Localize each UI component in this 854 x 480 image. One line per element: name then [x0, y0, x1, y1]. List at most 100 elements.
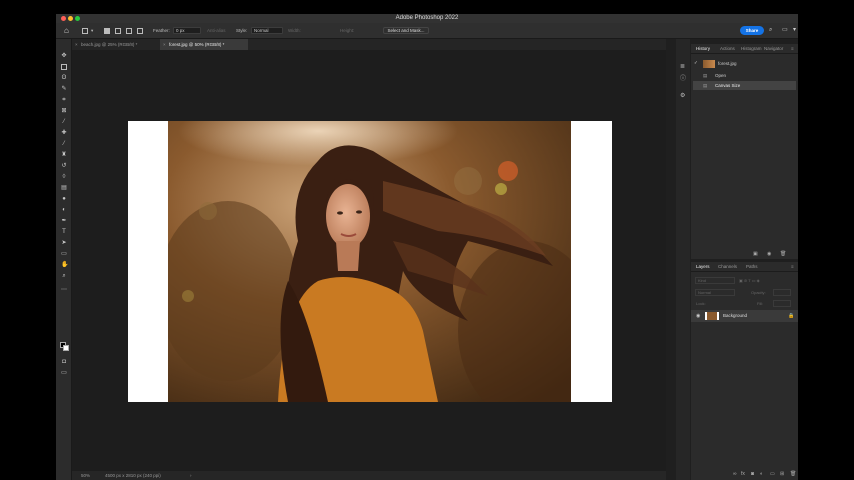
tab-history[interactable]: History — [696, 46, 710, 52]
visibility-eye-icon[interactable]: ◉ — [696, 310, 700, 322]
document-tab-bar: × beach.jpg @ 25% (RGB/8) * × forest.jpg… — [72, 39, 666, 50]
new-selection-icon[interactable] — [104, 28, 110, 34]
trash-icon[interactable]: 🗑 — [790, 471, 796, 477]
select-and-mask-button[interactable]: Select and Mask... — [383, 27, 429, 34]
rectangle-tool-icon[interactable]: ▭ — [61, 251, 67, 257]
eyedropper-tool-icon[interactable]: ⁄ — [61, 119, 67, 125]
tab-beach[interactable]: × beach.jpg @ 25% (RGB/8) * — [72, 39, 158, 50]
search-icon[interactable]: ⌕ — [769, 27, 772, 34]
history-snapshot[interactable]: ✓ forest.jpg — [693, 58, 796, 70]
move-tool-icon[interactable]: ✥ — [61, 53, 67, 59]
tab-label: forest.jpg @ 50% (RGB/8) * — [169, 42, 225, 47]
quick-selection-tool-icon[interactable]: ✎ — [61, 86, 67, 92]
gradient-tool-icon[interactable]: ▤ — [61, 185, 67, 191]
new-layer-icon[interactable]: ⊞ — [780, 471, 784, 477]
tab-navigator[interactable]: Navigator — [764, 46, 783, 52]
new-document-from-state-icon[interactable]: ▣ — [753, 251, 758, 257]
zoom-level[interactable]: 50% — [81, 471, 90, 480]
info-panel-icon[interactable]: ⓘ — [680, 76, 686, 82]
photoshop-window: Adobe Photoshop 2022 ⌂ ▾ Feather: 0 px A… — [56, 14, 798, 480]
tab-paths[interactable]: Paths — [746, 264, 758, 270]
workspace-icon[interactable]: ▭ — [782, 27, 788, 34]
frame-tool-icon[interactable]: ⊠ — [61, 108, 67, 114]
filter-icons[interactable]: ▣ ⊘ T ▭ ◈ — [739, 278, 760, 283]
dodge-tool-icon[interactable]: ◐ — [61, 207, 67, 213]
title-bar: Adobe Photoshop 2022 — [56, 14, 798, 23]
brush-tool-icon[interactable]: ⁄ — [61, 141, 67, 147]
panel-menu-icon[interactable]: ≡ — [791, 264, 794, 270]
antialias-checkbox[interactable]: Anti-alias — [207, 28, 226, 34]
hand-tool-icon[interactable]: ✋ — [61, 262, 68, 268]
history-footer: ▣ ◉ 🗑 — [753, 251, 798, 257]
intersect-selection-icon[interactable] — [137, 28, 143, 34]
rectangular-marquee-tool-icon[interactable] — [61, 64, 67, 70]
camera-snapshot-icon[interactable]: ◉ — [767, 251, 771, 257]
history-state-icon: ▤ — [703, 73, 708, 78]
properties-panel-icon[interactable]: ⚙ — [680, 93, 686, 99]
history-state-canvas-size[interactable]: ▤ Canvas Size — [693, 81, 796, 90]
adjustment-layer-icon[interactable]: ◐ — [760, 471, 763, 477]
history-panel: History Actions Histogram Navigator ≡ ✓ … — [691, 44, 798, 259]
canvas-workspace[interactable] — [72, 50, 666, 471]
path-selection-tool-icon[interactable]: ➤ — [61, 240, 67, 246]
document-canvas[interactable] — [128, 121, 612, 402]
new-group-icon[interactable]: ▭ — [770, 471, 775, 477]
history-panel-icon[interactable]: ≣ — [680, 64, 686, 70]
trash-icon[interactable]: 🗑 — [780, 251, 786, 257]
opacity-input[interactable] — [773, 289, 791, 296]
healing-brush-tool-icon[interactable]: ✚ — [61, 130, 67, 136]
style-label: Style: — [236, 28, 248, 33]
options-bar: ⌂ ▾ Feather: 0 px Anti-alias Style: Norm… — [56, 23, 798, 39]
tab-layers[interactable]: Layers — [696, 264, 710, 270]
close-icon[interactable]: × — [163, 39, 166, 50]
lock-icon[interactable]: 🔒 — [788, 310, 794, 322]
history-state-label: Open — [715, 73, 727, 78]
feather-input[interactable]: 0 px — [173, 27, 201, 34]
status-bar: 50% 4500 px x 2810 px (240 ppi) › — [72, 471, 666, 480]
chevron-down-icon[interactable]: ▾ — [91, 28, 93, 34]
marquee-preset-icon[interactable] — [82, 28, 88, 34]
layer-style-icon[interactable]: fx — [741, 471, 745, 477]
link-layers-icon[interactable]: ∞ — [733, 471, 737, 477]
subtract-selection-icon[interactable] — [126, 28, 132, 34]
style-select[interactable]: Normal — [251, 27, 283, 34]
add-selection-icon[interactable] — [115, 28, 121, 34]
fill-input[interactable] — [773, 300, 791, 307]
home-icon[interactable]: ⌂ — [64, 27, 69, 35]
blend-mode-select[interactable]: Normal — [695, 289, 735, 296]
type-tool-icon[interactable]: T — [61, 229, 67, 235]
crop-tool-icon[interactable]: ⌗ — [61, 97, 67, 103]
history-brush-tool-icon[interactable]: ↺ — [61, 163, 67, 169]
clone-stamp-tool-icon[interactable]: ♜ — [61, 152, 67, 158]
screen-mode-icon[interactable]: ▭ — [61, 370, 67, 376]
blur-tool-icon[interactable]: ● — [61, 196, 67, 202]
zoom-tool-icon[interactable]: ⌕ — [61, 273, 67, 279]
panel-menu-icon[interactable]: ≡ — [791, 46, 794, 52]
tab-channels[interactable]: Channels — [718, 264, 737, 270]
status-menu-arrow[interactable]: › — [190, 471, 192, 480]
lasso-tool-icon[interactable]: ʘ — [61, 75, 67, 81]
layer-background[interactable]: ◉ Background 🔒 — [691, 310, 798, 322]
layers-panel-tabs: Layers Channels Paths ≡ — [691, 262, 798, 272]
more-tools-icon[interactable]: ⋯ — [61, 287, 67, 293]
close-icon[interactable]: × — [75, 39, 78, 50]
tab-forest[interactable]: × forest.jpg @ 50% (RGB/8) * — [160, 39, 248, 50]
history-state-open[interactable]: ▤ Open — [693, 71, 796, 80]
tab-histogram[interactable]: Histogram — [741, 46, 762, 52]
share-button[interactable]: Share — [740, 26, 764, 35]
history-state-icon: ▤ — [703, 83, 708, 88]
add-mask-icon[interactable]: ◙ — [751, 471, 754, 477]
eraser-tool-icon[interactable]: ◊ — [61, 174, 67, 180]
chevron-down-icon[interactable]: ▾ — [793, 27, 796, 34]
app-title: Adobe Photoshop 2022 — [395, 15, 459, 21]
layer-thumbnail — [705, 312, 719, 320]
background-color-swatch[interactable] — [63, 345, 69, 351]
snapshot-label: forest.jpg — [718, 61, 737, 66]
tab-actions[interactable]: Actions — [720, 46, 735, 52]
layer-filter-select[interactable]: Kind — [695, 277, 735, 284]
layers-footer: ∞ fx ◙ ◐ ▭ ⊞ 🗑 — [733, 471, 798, 477]
document-info: 4500 px x 2810 px (240 ppi) — [105, 473, 161, 478]
layer-name: Background — [723, 313, 748, 318]
pen-tool-icon[interactable]: ✒ — [61, 218, 67, 224]
quick-mask-icon[interactable]: ◘ — [61, 359, 67, 365]
